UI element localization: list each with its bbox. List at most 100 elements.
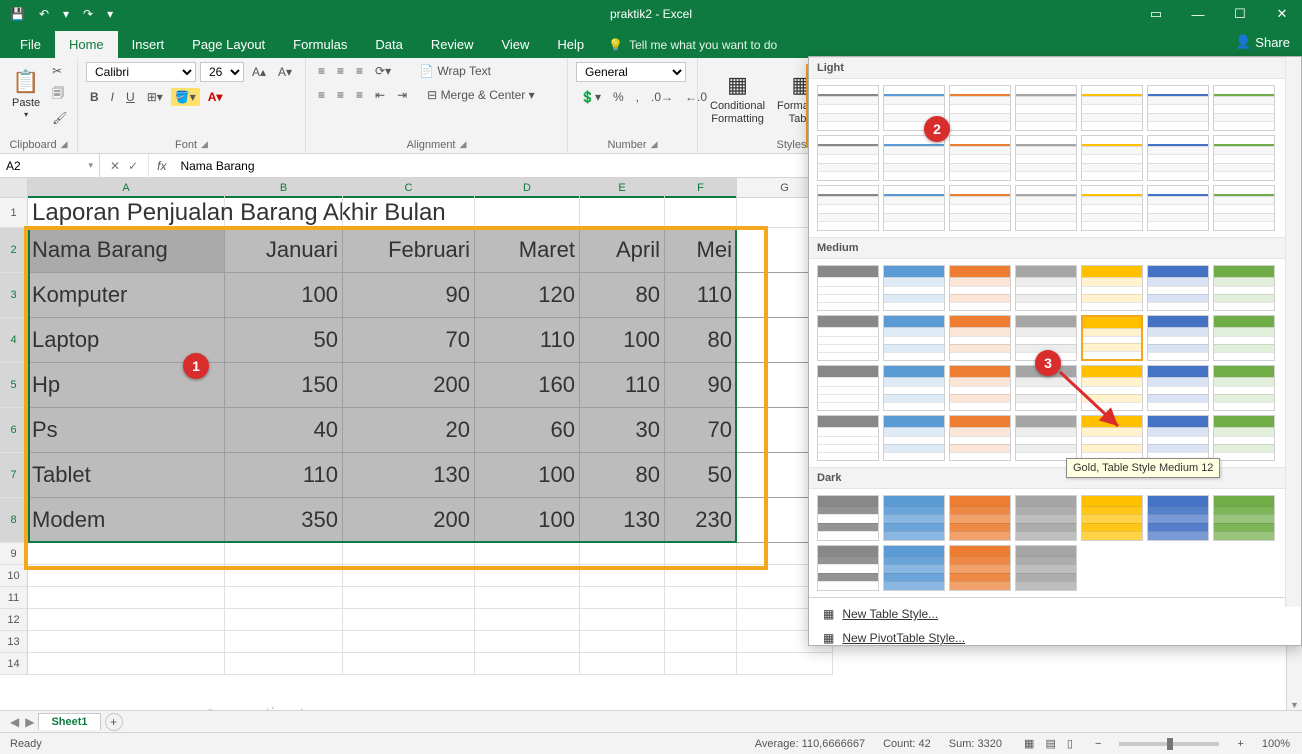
table-style-swatch[interactable] (949, 365, 1011, 411)
cell[interactable]: Ps (28, 408, 225, 453)
orientation-icon[interactable]: ⟳▾ (371, 62, 395, 80)
cell[interactable]: Maret (475, 228, 580, 273)
cell[interactable] (343, 543, 475, 565)
enter-formula-icon[interactable]: ✓ (128, 159, 138, 173)
cell[interactable] (475, 653, 580, 675)
cell[interactable]: 60 (475, 408, 580, 453)
cell[interactable]: 90 (343, 273, 475, 318)
row-header[interactable]: 6 (0, 408, 28, 453)
minimize-icon[interactable]: — (1178, 0, 1218, 28)
qat-customize-icon[interactable]: ▾ (103, 5, 117, 23)
percent-icon[interactable]: % (609, 88, 628, 106)
sheet-prev-icon[interactable]: ◀ (10, 715, 19, 729)
tab-home[interactable]: Home (55, 31, 118, 58)
cell[interactable] (28, 609, 225, 631)
cell[interactable]: 130 (343, 453, 475, 498)
cell[interactable]: 160 (475, 363, 580, 408)
cell[interactable]: 200 (343, 363, 475, 408)
close-icon[interactable]: ✕ (1262, 0, 1302, 28)
table-style-swatch[interactable] (883, 495, 945, 541)
table-style-swatch[interactable] (883, 545, 945, 591)
cell[interactable] (665, 565, 737, 587)
cell[interactable]: 120 (475, 273, 580, 318)
col-header-F[interactable]: F (665, 178, 737, 197)
cell[interactable] (665, 631, 737, 653)
row-header[interactable]: 10 (0, 565, 28, 587)
row-header[interactable]: 3 (0, 273, 28, 318)
table-style-swatch[interactable] (1015, 185, 1077, 231)
cell[interactable]: 80 (580, 453, 665, 498)
cell[interactable] (665, 198, 737, 228)
row-header[interactable]: 9 (0, 543, 28, 565)
accounting-icon[interactable]: 💲▾ (576, 88, 605, 106)
cell[interactable] (580, 609, 665, 631)
cell[interactable] (28, 653, 225, 675)
cell[interactable]: Februari (343, 228, 475, 273)
table-style-swatch[interactable] (883, 185, 945, 231)
align-left-icon[interactable]: ≡ (314, 86, 329, 104)
table-style-swatch[interactable] (949, 135, 1011, 181)
table-style-swatch[interactable] (1015, 265, 1077, 311)
table-style-swatch[interactable] (949, 495, 1011, 541)
table-style-swatch[interactable] (1147, 365, 1209, 411)
cell[interactable]: Modem (28, 498, 225, 543)
increase-font-icon[interactable]: A▴ (248, 63, 270, 81)
col-header-D[interactable]: D (475, 178, 580, 197)
italic-button[interactable]: I (107, 88, 118, 106)
cell[interactable] (580, 543, 665, 565)
cell[interactable] (475, 565, 580, 587)
cell[interactable] (580, 587, 665, 609)
number-format-select[interactable]: General (576, 62, 686, 82)
table-style-swatch[interactable] (1213, 185, 1275, 231)
copy-icon[interactable]: 🗐 (48, 82, 71, 107)
cell[interactable]: Nama Barang (28, 228, 225, 273)
name-box[interactable]: ▾ (0, 154, 100, 177)
row-header[interactable]: 13 (0, 631, 28, 653)
cell[interactable] (225, 565, 343, 587)
table-style-swatch[interactable] (1015, 415, 1077, 461)
table-style-swatch[interactable] (817, 265, 879, 311)
add-sheet-button[interactable]: + (105, 713, 123, 731)
cell[interactable]: 80 (665, 318, 737, 363)
row-header[interactable]: 7 (0, 453, 28, 498)
indent-increase-icon[interactable]: ⇥ (393, 86, 411, 104)
align-center-icon[interactable]: ≡ (333, 86, 348, 104)
cell[interactable]: 200 (343, 498, 475, 543)
row-header[interactable]: 2 (0, 228, 28, 273)
font-family-select[interactable]: Calibri (86, 62, 196, 82)
tab-formulas[interactable]: Formulas (279, 31, 361, 58)
table-style-swatch[interactable] (1147, 315, 1209, 361)
indent-decrease-icon[interactable]: ⇤ (371, 86, 389, 104)
cell[interactable] (28, 565, 225, 587)
tab-review[interactable]: Review (417, 31, 488, 58)
cell[interactable] (665, 543, 737, 565)
cell[interactable]: 110 (475, 318, 580, 363)
sheet-nav-buttons[interactable]: ◀▶ (10, 715, 34, 729)
table-style-swatch[interactable] (883, 365, 945, 411)
cell[interactable] (225, 543, 343, 565)
cell[interactable] (343, 631, 475, 653)
cell[interactable]: 130 (580, 498, 665, 543)
maximize-icon[interactable]: ☐ (1220, 0, 1260, 28)
row-header[interactable]: 12 (0, 609, 28, 631)
cell[interactable]: 80 (580, 273, 665, 318)
cell[interactable] (28, 631, 225, 653)
row-header[interactable]: 5 (0, 363, 28, 408)
table-style-swatch[interactable] (1081, 315, 1143, 361)
comma-icon[interactable]: , (632, 88, 643, 106)
cell[interactable] (225, 631, 343, 653)
cell[interactable]: 50 (225, 318, 343, 363)
decrease-font-icon[interactable]: A▾ (274, 63, 296, 81)
cell[interactable] (343, 587, 475, 609)
table-style-swatch[interactable] (817, 85, 879, 131)
gallery-scrollbar[interactable] (1285, 57, 1301, 607)
table-style-swatch[interactable] (1081, 415, 1143, 461)
table-style-swatch[interactable] (949, 185, 1011, 231)
align-top-icon[interactable]: ≡ (314, 62, 329, 80)
name-box-input[interactable] (6, 159, 88, 173)
ribbon-options-icon[interactable]: ▭ (1136, 0, 1176, 28)
cell[interactable] (665, 587, 737, 609)
font-launcher-icon[interactable]: ◢ (201, 139, 208, 151)
row-header[interactable]: 14 (0, 653, 28, 675)
cell[interactable] (475, 198, 580, 228)
